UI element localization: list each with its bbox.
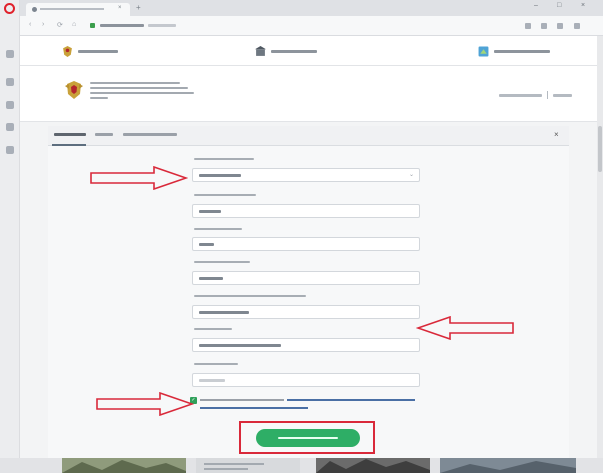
scroll-thumb[interactable] xyxy=(598,126,602,172)
browser-sidebar xyxy=(0,0,20,473)
topbar-link-label xyxy=(78,50,118,53)
tab-personal-data[interactable] xyxy=(54,133,86,136)
active-tab-indicator xyxy=(52,144,86,146)
address-bar: ‹ › ⟳ ⌂ xyxy=(20,16,603,36)
new-tab-button[interactable]: + xyxy=(136,3,141,12)
register-link[interactable] xyxy=(553,94,572,97)
email-field[interactable] xyxy=(192,338,420,352)
topbar-link-2[interactable] xyxy=(255,46,317,57)
header-separator xyxy=(547,91,548,99)
topbar-link-label xyxy=(271,50,317,53)
submit-button[interactable] xyxy=(256,429,360,447)
field-value xyxy=(199,311,249,314)
field-label xyxy=(194,158,254,160)
home-button[interactable]: ⌂ xyxy=(72,21,76,28)
site-header xyxy=(20,66,597,122)
field-label xyxy=(194,363,238,365)
field-value xyxy=(199,243,214,246)
page-scrollbar[interactable] xyxy=(597,36,603,473)
tab-confirmation[interactable] xyxy=(123,133,177,136)
tab-strip: × + – □ × xyxy=(20,0,603,16)
arrow-annotation-icon xyxy=(416,316,514,340)
login-link[interactable] xyxy=(499,94,542,97)
news-thumbnail[interactable] xyxy=(62,458,186,473)
bookmark-icon[interactable] xyxy=(541,23,547,29)
top-link-bar xyxy=(20,36,597,66)
bookmarks-icon[interactable] xyxy=(6,101,14,109)
extensions-icon[interactable] xyxy=(6,146,14,154)
close-window-button[interactable]: × xyxy=(581,2,585,9)
coat-of-arms-icon xyxy=(63,46,72,57)
consent-row[interactable]: ✓ xyxy=(190,396,430,416)
tab-favicon-icon xyxy=(32,7,37,12)
news-thumbnail[interactable] xyxy=(440,458,576,473)
field-value xyxy=(199,210,221,213)
url-input[interactable] xyxy=(100,24,144,27)
secure-lock-icon xyxy=(90,23,95,28)
field-label xyxy=(194,194,256,196)
submit-highlight xyxy=(239,421,375,454)
field-label xyxy=(194,328,232,330)
shield-icon[interactable] xyxy=(525,23,531,29)
submit-button-label xyxy=(278,437,338,439)
speed-dial-icon[interactable] xyxy=(6,50,14,58)
org-name-line xyxy=(90,82,180,84)
field-placeholder xyxy=(199,379,225,382)
topbar-link-label xyxy=(494,50,550,53)
org-name-line xyxy=(90,92,194,94)
field-label xyxy=(194,295,306,297)
url-path xyxy=(148,24,176,27)
consent-link[interactable] xyxy=(287,399,415,401)
browser-tab[interactable]: × xyxy=(26,3,130,16)
consent-text xyxy=(200,399,284,401)
building-icon xyxy=(255,46,266,56)
back-button[interactable]: ‹ xyxy=(29,21,31,28)
field-label xyxy=(194,228,242,230)
forward-button[interactable]: › xyxy=(42,21,44,28)
tab-title xyxy=(40,8,104,10)
tab-appeal[interactable] xyxy=(95,133,113,136)
map-icon xyxy=(478,46,489,57)
topbar-link-3[interactable] xyxy=(478,46,550,57)
arrow-annotation-icon xyxy=(96,392,194,416)
recipient-select[interactable]: ⌄ xyxy=(192,168,420,182)
coat-of-arms-icon xyxy=(65,81,83,99)
phone-field[interactable] xyxy=(192,305,420,319)
last-name-field[interactable] xyxy=(192,204,420,218)
arrow-annotation-icon xyxy=(90,166,188,190)
maximize-button[interactable]: □ xyxy=(557,2,561,9)
org-name-line xyxy=(90,87,188,89)
menu-icon[interactable] xyxy=(574,23,580,29)
news-icon[interactable] xyxy=(6,78,14,86)
topbar-link-1[interactable] xyxy=(62,46,118,57)
minimize-button[interactable]: – xyxy=(534,2,538,9)
additional-field[interactable] xyxy=(192,373,420,387)
field-value xyxy=(199,174,241,177)
org-name-line xyxy=(90,97,108,99)
tab-close-icon[interactable]: × xyxy=(118,5,122,11)
field-value xyxy=(199,344,281,347)
news-thumbnail[interactable] xyxy=(316,458,430,473)
news-thumbnail[interactable] xyxy=(196,458,300,473)
field-value xyxy=(199,277,223,280)
first-name-field[interactable] xyxy=(192,237,420,251)
close-icon[interactable]: × xyxy=(554,130,559,139)
opera-logo-icon[interactable] xyxy=(4,3,15,14)
history-icon[interactable] xyxy=(6,123,14,131)
field-label xyxy=(194,261,250,263)
reload-button[interactable]: ⟳ xyxy=(57,21,63,29)
download-icon[interactable] xyxy=(557,23,563,29)
consent-link[interactable] xyxy=(200,407,308,409)
form-tabs: × xyxy=(48,126,569,146)
patronymic-field[interactable] xyxy=(192,271,420,285)
chevron-down-icon: ⌄ xyxy=(408,172,414,178)
